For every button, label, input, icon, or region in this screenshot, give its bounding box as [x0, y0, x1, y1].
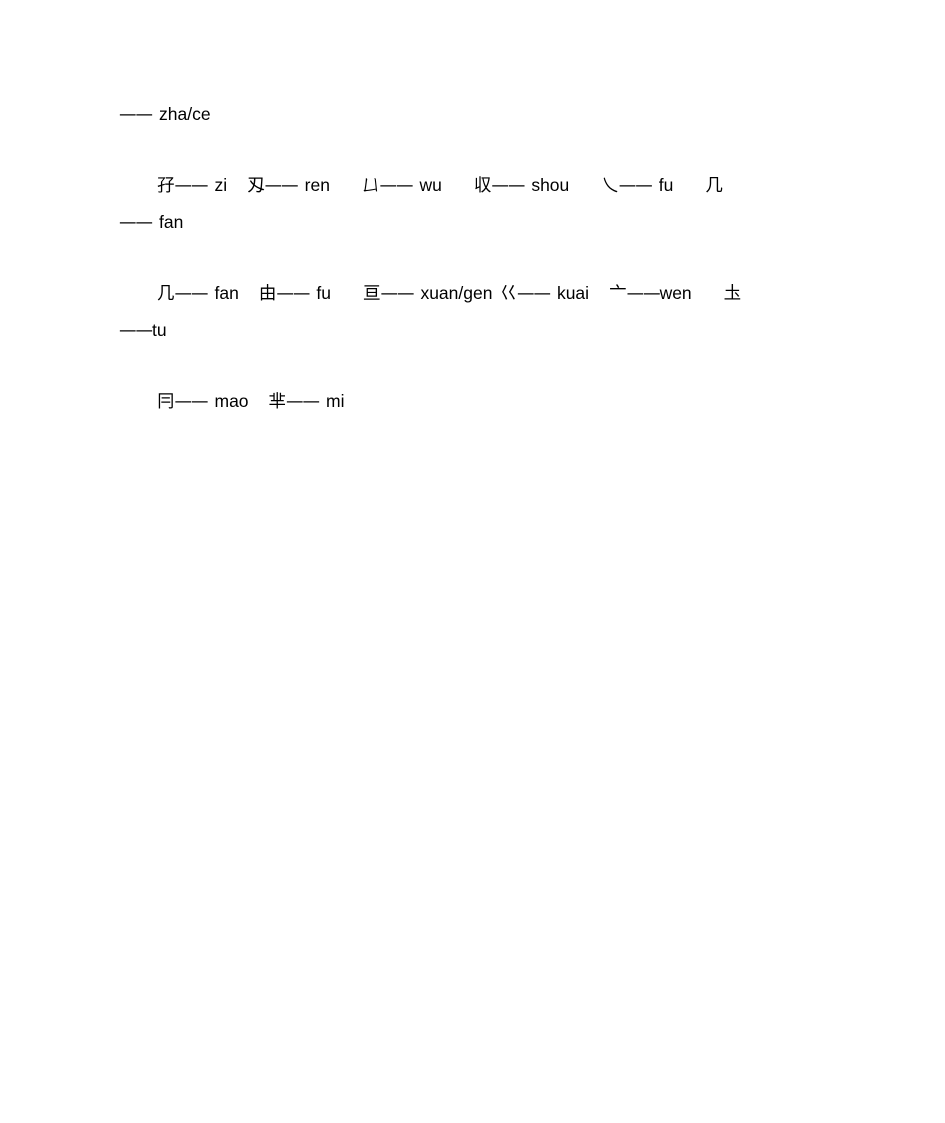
entry-pinyin: fan [159, 212, 184, 232]
entry-pinyin: zha/ce [159, 104, 211, 124]
entry-char: 亘 [362, 284, 381, 304]
entry-pinyin: mi [326, 391, 345, 411]
entry-dash: —— [516, 284, 551, 304]
entry-char: 由 [258, 284, 277, 304]
entry-dash: —— [380, 284, 414, 304]
entry-char: 刄 [247, 176, 265, 196]
entry-dash: —— [491, 176, 525, 196]
glossary-line-3: 几—— fan 由—— fu 亘—— xuan/gen 巜—— kuai 亠——wen 圡 ——tu [119, 275, 841, 349]
entry-dash: —— [119, 105, 153, 125]
entry-dash: —— [174, 176, 209, 196]
entry-dash: —— [119, 321, 153, 341]
entry-dash: —— [626, 284, 661, 304]
document-page: —— zha/ce 孖—— zi 刄—— ren 𠙴—— wu 収—— shou 乀—— fu 几 ——… [0, 0, 945, 1123]
entry-pinyin: fu [316, 283, 331, 303]
entry-char: 几 [705, 176, 723, 196]
entry-char: 芈 [268, 392, 287, 412]
entry-dash: —— [174, 284, 209, 304]
entry-pinyin: kuai [556, 283, 590, 303]
entry-pinyin: wen [659, 283, 692, 303]
entry-pinyin: xuan/gen [420, 283, 493, 303]
entry-pinyin: mao [214, 391, 249, 411]
entry-dash: —— [286, 392, 320, 412]
entry-pinyin: zi [214, 175, 228, 195]
entry-char: 乀 [601, 176, 619, 196]
glossary-line-2: 孖—— zi 刄—— ren 𠙴—— wu 収—— shou 乀—— fu 几 —— fan [119, 167, 841, 241]
entry-char: 𠙴 [361, 176, 380, 196]
entry-char: 圡 [723, 284, 742, 304]
entry-dash: —— [174, 392, 209, 412]
glossary-line-1: —— zha/ce [119, 96, 841, 133]
document-body: —— zha/ce 孖—— zi 刄—— ren 𠙴—— wu 収—— shou 乀—— fu 几 ——… [119, 96, 841, 420]
entry-char: 亠 [609, 284, 627, 304]
entry-pinyin: wu [419, 175, 442, 195]
entry-char: 巜 [499, 284, 517, 304]
entry-char: 収 [473, 176, 492, 196]
entry-dash: —— [264, 176, 299, 196]
entry-pinyin: fan [214, 283, 239, 303]
entry-char: 几 [157, 284, 175, 304]
entry-pinyin: ren [304, 175, 330, 195]
entry-dash: —— [119, 213, 153, 233]
entry-char: 孖 [157, 176, 175, 196]
entry-dash: —— [276, 284, 310, 304]
entry-pinyin: shou [531, 175, 570, 195]
entry-pinyin: tu [152, 320, 167, 340]
entry-char: 冃 [157, 392, 175, 412]
entry-dash: —— [379, 176, 413, 196]
entry-dash: —— [618, 176, 653, 196]
entry-pinyin: fu [658, 175, 674, 195]
glossary-line-4: 冃—— mao 芈—— mi [119, 383, 841, 420]
